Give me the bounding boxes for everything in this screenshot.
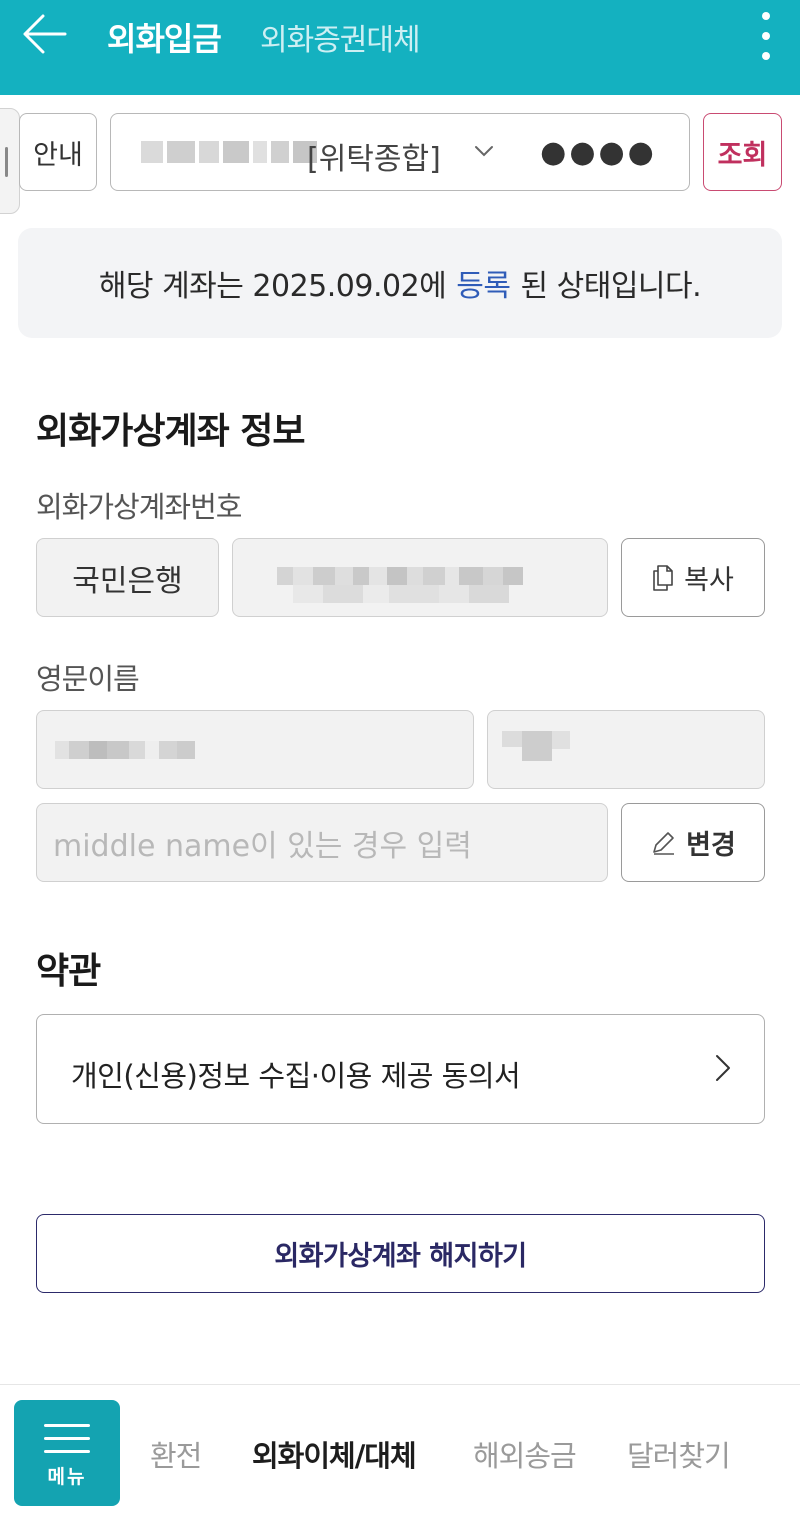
more-dot xyxy=(762,32,770,40)
tab-foreign-deposit[interactable]: 외화입금 xyxy=(107,14,222,60)
last-name-field xyxy=(36,710,474,789)
tab-foreign-securities-transfer[interactable]: 외화증권대체 xyxy=(260,15,421,59)
bank-name-field: 국민은행 xyxy=(36,538,219,617)
chevron-down-icon xyxy=(475,146,493,157)
side-drawer-handle[interactable] xyxy=(0,108,20,214)
last-name-masked xyxy=(55,741,195,759)
pencil-icon xyxy=(653,831,675,855)
registration-notice: 해당 계좌는 2025.09.02에 등록 된 상태입니다. xyxy=(18,228,782,338)
account-type-label: [위탁종합] xyxy=(307,142,441,177)
terms-section-title: 약관 xyxy=(36,951,101,992)
terms-item-personal-info-consent[interactable]: 개인(신용)정보 수집·이용 제공 동의서 xyxy=(36,1014,765,1124)
account-number-masked-shadow xyxy=(293,585,509,603)
arrow-left-icon xyxy=(23,14,67,54)
first-name-masked xyxy=(502,731,570,761)
nav-item-dollar-withdraw[interactable]: 달러찾기 xyxy=(627,1433,731,1475)
account-number-masked xyxy=(277,567,523,585)
bottom-nav: 메뉴 환전 외화이체/대체 해외송금 달러찾기 xyxy=(0,1384,800,1517)
copy-button-label: 복사 xyxy=(684,565,734,596)
account-select[interactable]: [위탁종합] xyxy=(110,113,510,191)
copy-button[interactable]: 복사 xyxy=(621,538,765,617)
more-dot xyxy=(762,52,770,60)
nav-item-overseas-remittance[interactable]: 해외송금 xyxy=(473,1433,577,1475)
account-number-masked xyxy=(141,141,317,163)
copy-icon xyxy=(653,564,673,591)
virtual-account-section-title: 외화가상계좌 정보 xyxy=(36,411,305,452)
password-input[interactable]: ●●●● xyxy=(508,113,690,191)
chevron-right-icon xyxy=(716,1055,730,1081)
virtual-account-number-field xyxy=(232,538,608,617)
middle-name-input[interactable]: middle name이 있는 경우 입력 xyxy=(36,803,608,882)
query-button[interactable]: 조회 xyxy=(703,113,782,191)
english-name-label: 영문이름 xyxy=(36,662,140,696)
more-dot xyxy=(762,12,770,20)
notice-suffix: 된 상태입니다. xyxy=(520,269,702,304)
notice-status: 등록 xyxy=(456,269,511,304)
menu-button-label: 메뉴 xyxy=(47,1466,87,1488)
notice-prefix: 해당 계좌는 2025.09.02에 xyxy=(98,269,447,304)
change-name-button[interactable]: 변경 xyxy=(621,803,765,882)
terminate-virtual-account-button[interactable]: 외화가상계좌 해지하기 xyxy=(36,1214,765,1293)
nav-item-foreign-transfer[interactable]: 외화이체/대체 xyxy=(252,1433,417,1475)
menu-button[interactable]: 메뉴 xyxy=(14,1400,120,1506)
first-name-field xyxy=(487,710,765,789)
guide-button[interactable]: 안내 xyxy=(19,113,97,191)
nav-item-exchange[interactable]: 환전 xyxy=(150,1433,202,1475)
terms-item-label: 개인(신용)정보 수집·이용 제공 동의서 xyxy=(71,1059,521,1093)
back-button[interactable] xyxy=(18,10,70,58)
change-button-label: 변경 xyxy=(686,830,736,861)
account-number-label: 외화가상계좌번호 xyxy=(36,490,242,524)
app-header: 외화입금 외화증권대체 xyxy=(0,0,800,95)
hamburger-icon xyxy=(44,1424,90,1427)
more-options-button[interactable] xyxy=(748,8,784,64)
